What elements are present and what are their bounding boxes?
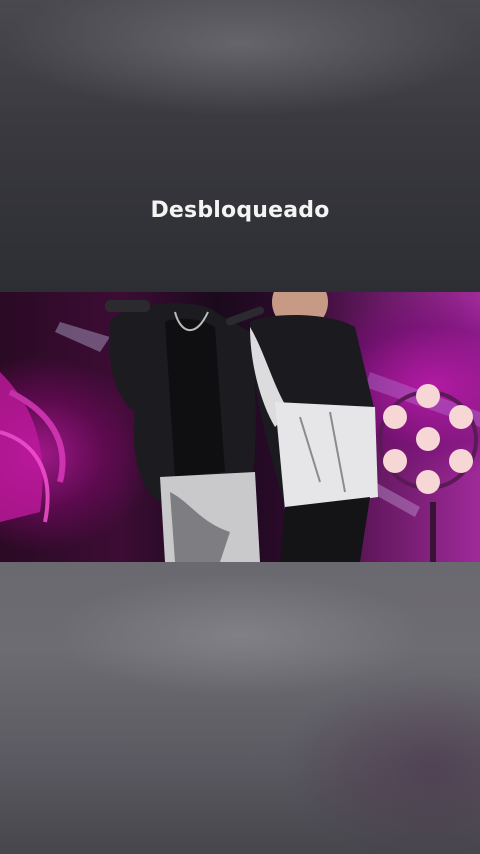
bottom-blurred-background	[0, 562, 480, 854]
singer-left	[105, 300, 260, 562]
video-frame[interactable]	[0, 292, 480, 562]
unlocked-label: Desbloqueado	[150, 198, 330, 223]
light-beam	[55, 322, 110, 352]
top-blurred-background	[0, 0, 480, 292]
concert-scene	[0, 292, 480, 562]
stage-foliage	[0, 372, 66, 523]
stage-light-rig	[378, 384, 478, 562]
story-screen: Desbloqueado	[0, 0, 480, 854]
